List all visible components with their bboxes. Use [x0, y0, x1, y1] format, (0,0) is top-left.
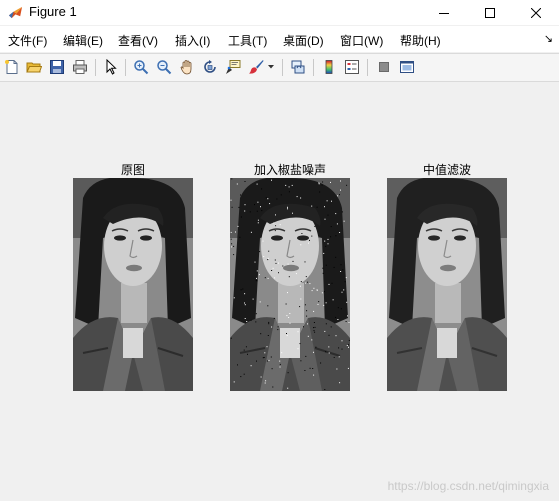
pan-button[interactable] [177, 57, 197, 77]
new-figure-button[interactable] [2, 57, 22, 77]
brush-icon [249, 60, 264, 74]
legend-icon [345, 60, 359, 74]
show-plot-tools-icon [400, 61, 414, 73]
close-icon [531, 7, 541, 18]
print-icon [73, 60, 87, 74]
image-original [73, 178, 193, 391]
figure-toolbar [0, 53, 559, 82]
data-cursor-icon [226, 60, 241, 74]
link-plot-icon [291, 60, 305, 74]
menu-file[interactable]: 文件(F) [8, 32, 47, 49]
window-title: Figure 1 [29, 4, 77, 19]
menu-desktop[interactable]: 桌面(D) [283, 32, 324, 49]
rotate-3d-icon [204, 60, 216, 73]
subplot-title-median: 中值滤波 [422, 163, 471, 177]
zoom-out-icon [157, 60, 172, 75]
print-button[interactable] [70, 57, 90, 77]
menu-view[interactable]: 查看(V) [118, 32, 158, 49]
colorbar-button[interactable] [319, 57, 339, 77]
brush-button[interactable] [246, 57, 266, 77]
menu-tools[interactable]: 工具(T) [228, 32, 267, 49]
subplot-title-original: 原图 [120, 163, 145, 177]
colorbar-icon [325, 60, 333, 74]
open-file-icon [26, 62, 42, 73]
zoom-out-button[interactable] [154, 57, 174, 77]
watermark: https://blog.csdn.net/qimingxia [387, 479, 549, 493]
menu-insert[interactable]: 插入(I) [175, 32, 210, 49]
pan-hand-icon [180, 60, 192, 75]
hide-plot-tools-button[interactable] [374, 57, 394, 77]
toolbar-separator [282, 59, 283, 76]
chevron-down-icon [268, 65, 274, 69]
minimize-button[interactable] [421, 0, 467, 25]
subplot-title-noise: 加入椒盐噪声 [253, 163, 326, 177]
data-cursor-button[interactable] [223, 57, 243, 77]
menu-window[interactable]: 窗口(W) [340, 32, 383, 49]
minimize-icon [439, 12, 449, 14]
save-icon [50, 60, 64, 74]
edit-plot-arrow-icon [106, 59, 117, 75]
menubar-overflow-arrow[interactable]: ↘ [544, 32, 553, 45]
image-salt-pepper-noise [230, 178, 350, 391]
menu-help[interactable]: 帮助(H) [400, 32, 441, 49]
menu-edit[interactable]: 编辑(E) [63, 32, 103, 49]
link-plot-button[interactable] [288, 57, 308, 77]
show-plot-tools-button[interactable] [397, 57, 417, 77]
zoom-in-button[interactable] [131, 57, 151, 77]
maximize-icon [485, 7, 495, 18]
toolbar-separator [313, 59, 314, 76]
close-button[interactable] [513, 0, 559, 25]
menu-bar: 文件(F) 编辑(E) 查看(V) 插入(I) 工具(T) 桌面(D) 窗口(W… [0, 26, 559, 52]
open-file-button[interactable] [24, 57, 44, 77]
new-figure-icon [5, 60, 18, 74]
image-median-filtered [387, 178, 507, 391]
figure-canvas: 原图 加入椒盐噪声 中值滤波 https://blog.csdn.net/qim… [0, 82, 559, 501]
title-bar: Figure 1 [0, 0, 559, 25]
maximize-button[interactable] [467, 0, 513, 25]
legend-button[interactable] [342, 57, 362, 77]
save-button[interactable] [47, 57, 67, 77]
toolbar-separator [367, 59, 368, 76]
toolbar-separator [95, 59, 96, 76]
hide-plot-tools-icon [379, 62, 389, 72]
brush-dropdown-button[interactable] [266, 57, 276, 77]
rotate-3d-button[interactable] [200, 57, 220, 77]
zoom-in-icon [134, 60, 149, 75]
edit-plot-button[interactable] [101, 57, 121, 77]
toolbar-separator [125, 59, 126, 76]
matlab-logo-icon [8, 6, 23, 19]
